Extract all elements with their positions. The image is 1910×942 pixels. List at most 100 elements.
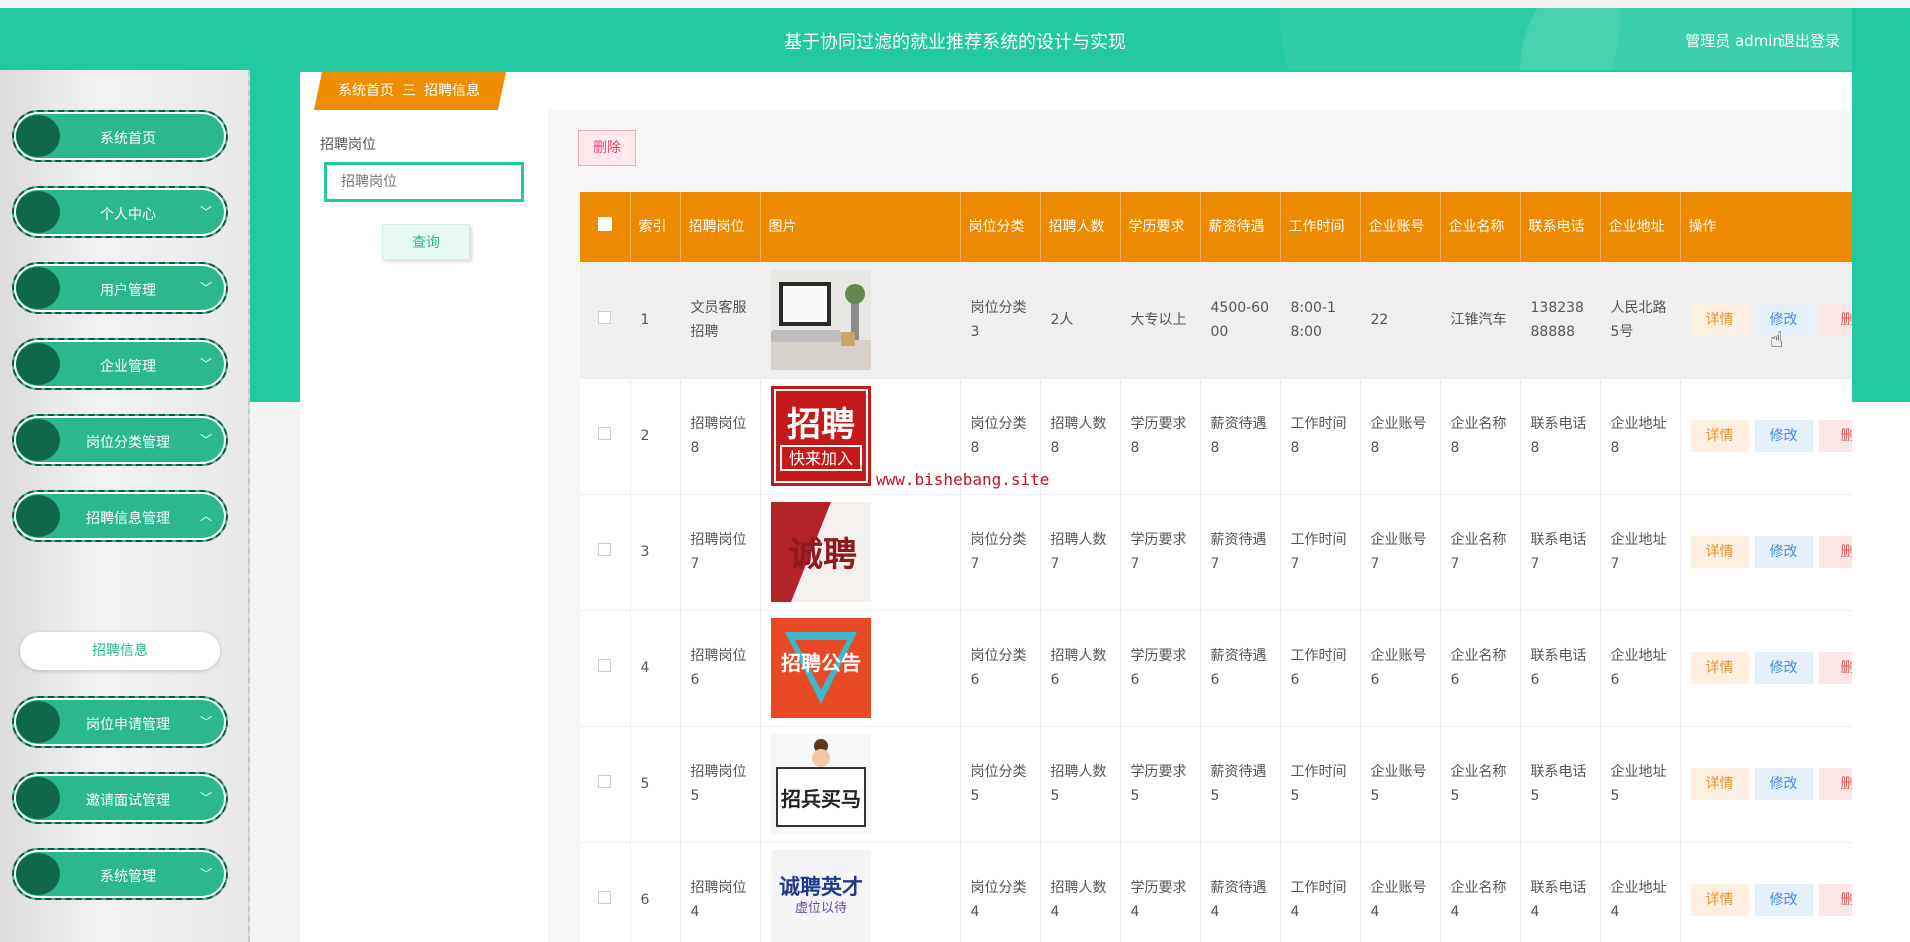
column-header: 企业名称: [1440, 192, 1521, 262]
cell-account: 企业账号8: [1360, 378, 1441, 495]
detail-button[interactable]: 详情: [1690, 420, 1749, 452]
sidebar-item-home[interactable]: 系统首页: [12, 110, 228, 162]
table-row[interactable]: 2 招聘岗位8 招聘 快来加入 岗位分类8 招聘人数8 学历要求8 薪资待遇8 …: [580, 378, 1852, 495]
sidebar-item-system[interactable]: 系统管理 ﹀: [12, 848, 228, 900]
cell-address: 企业地址8: [1600, 378, 1681, 495]
breadcrumb-bar: 系统首页三招聘信息: [300, 72, 1852, 110]
row-checkbox[interactable]: [598, 891, 612, 904]
column-header: 招聘岗位: [680, 192, 761, 262]
edit-button[interactable]: 修改: [1754, 884, 1813, 916]
cell-company: 企业名称6: [1440, 610, 1521, 727]
row-select-cell: [580, 262, 631, 379]
chevron-down-icon: ﹀: [199, 715, 212, 729]
sidebar-item-label: 用户管理: [100, 283, 156, 299]
delete-button[interactable]: 删: [1818, 420, 1852, 452]
cell-salary: 薪资待遇4: [1200, 842, 1281, 942]
admin-label: 管理员 admin: [1685, 32, 1782, 50]
sidebar-item-profile[interactable]: 个人中心 ﹀: [12, 186, 228, 238]
cell-actions: 详情 修改删: [1680, 726, 1852, 843]
row-checkbox[interactable]: [598, 543, 612, 556]
row-checkbox[interactable]: [598, 659, 612, 672]
breadcrumb-separator: 三: [402, 83, 416, 99]
search-input[interactable]: [324, 162, 524, 202]
select-all-checkbox[interactable]: [597, 217, 612, 231]
cell-image: 招兵买马: [760, 726, 961, 843]
column-header: 索引: [630, 192, 681, 262]
cell-position: 招聘岗位5: [680, 726, 761, 843]
detail-button[interactable]: 详情: [1690, 768, 1749, 800]
cell-company: 企业名称4: [1440, 842, 1521, 942]
row-checkbox[interactable]: [598, 310, 612, 324]
detail-button[interactable]: 详情: [1690, 884, 1749, 916]
query-button[interactable]: 查询: [382, 224, 470, 260]
cell-position: 招聘岗位4: [680, 842, 761, 942]
batch-delete-button[interactable]: 删除: [578, 130, 636, 166]
delete-button[interactable]: 删: [1818, 536, 1852, 568]
cell-count: 招聘人数4: [1040, 842, 1121, 942]
cell-hours: 工作时间7: [1280, 494, 1361, 611]
cell-company: 企业名称5: [1440, 726, 1521, 843]
column-header: 联系电话: [1520, 192, 1601, 262]
logout-link[interactable]: 退出登录: [1780, 30, 1840, 51]
cell-account: 企业账号6: [1360, 610, 1441, 727]
detail-button[interactable]: 详情: [1690, 303, 1749, 336]
cell-position: 招聘岗位7: [680, 494, 761, 611]
sidebar-item-job-categories[interactable]: 岗位分类管理 ﹀: [12, 414, 228, 466]
row-checkbox[interactable]: [598, 775, 612, 788]
table-row[interactable]: 5 招聘岗位5 招兵买马 岗位分类5 招聘人数5 学历要求5 薪资待遇5 工作时…: [580, 726, 1852, 843]
sidebar-item-label: 系统管理: [100, 869, 156, 885]
right-edge: [1852, 0, 1910, 942]
breadcrumb-current: 招聘信息: [424, 83, 480, 99]
cell-education: 学历要求4: [1120, 842, 1201, 942]
column-header: 招聘人数: [1040, 192, 1121, 262]
right-edge-bottom: [1852, 402, 1910, 942]
app-title: 基于协同过滤的就业推荐系统的设计与实现: [784, 32, 1126, 53]
edit-button[interactable]: 修改: [1754, 652, 1813, 684]
sidebar-item-recruitment[interactable]: 招聘信息管理 ︿: [12, 490, 228, 542]
cell-hours: 8:00-18:00: [1280, 262, 1361, 379]
submenu-recruitment-info[interactable]: 招聘信息: [20, 632, 220, 670]
breadcrumb-home[interactable]: 系统首页: [338, 72, 394, 110]
column-header: 企业账号: [1360, 192, 1441, 262]
cell-phone: 13823888888: [1520, 262, 1601, 379]
table-row[interactable]: 6 招聘岗位4 诚聘英才 虚位以待 岗位分类4 招聘人数4 学历要求4 薪资待遇…: [580, 842, 1852, 942]
delete-button[interactable]: 删: [1818, 884, 1852, 916]
cell-phone: 联系电话5: [1520, 726, 1601, 843]
edit-button[interactable]: 修改: [1754, 303, 1813, 336]
cell-phone: 联系电话7: [1520, 494, 1601, 611]
sidebar-item-applications[interactable]: 岗位申请管理 ﹀: [12, 696, 228, 748]
cell-account: 企业账号4: [1360, 842, 1441, 942]
cell-account: 22: [1360, 262, 1441, 379]
cell-image: 诚聘英才 虚位以待: [760, 842, 961, 942]
delete-button[interactable]: 删: [1818, 303, 1852, 336]
row-checkbox[interactable]: [598, 427, 612, 440]
cell-image: [760, 262, 961, 379]
table-row[interactable]: 3 招聘岗位7 诚聘 岗位分类7 招聘人数7 学历要求7 薪资待遇7 工作时间7: [580, 494, 1852, 611]
cell-company: 企业名称8: [1440, 378, 1521, 495]
sidebar-item-interviews[interactable]: 邀请面试管理 ﹀: [12, 772, 228, 824]
cell-phone: 联系电话8: [1520, 378, 1601, 495]
cell-salary: 4500-6000: [1200, 262, 1281, 379]
cell-image: 招聘公告: [760, 610, 961, 727]
table-row[interactable]: 1 文员客服招聘 岗位分类3 2人 大专以上 4500-6000 8:00-18…: [580, 262, 1852, 379]
edit-button[interactable]: 修改: [1754, 536, 1813, 568]
delete-button[interactable]: 删: [1818, 652, 1852, 684]
sidebar-item-label: 招聘信息管理: [86, 511, 170, 527]
cell-hours: 工作时间4: [1280, 842, 1361, 942]
cell-salary: 薪资待遇8: [1200, 378, 1281, 495]
delete-button[interactable]: 删: [1818, 768, 1852, 800]
table-header-row: 索引 招聘岗位 图片 岗位分类 招聘人数 学历要求 薪资待遇 工作时间 企业账号…: [580, 192, 1852, 262]
detail-button[interactable]: 详情: [1690, 652, 1749, 684]
sidebar-item-companies[interactable]: 企业管理 ﹀: [12, 338, 228, 390]
edit-button[interactable]: 修改: [1754, 768, 1813, 800]
detail-button[interactable]: 详情: [1690, 536, 1749, 568]
cell-salary: 薪资待遇6: [1200, 610, 1281, 727]
sidebar-item-users[interactable]: 用户管理 ﹀: [12, 262, 228, 314]
cell-category: 岗位分类4: [960, 842, 1041, 942]
cell-index: 1: [630, 262, 681, 379]
table-row[interactable]: 4 招聘岗位6 招聘公告 岗位分类6 招聘人数6 学历要求6 薪资待遇6 工作时…: [580, 610, 1852, 727]
row-select-cell: [580, 378, 631, 495]
cell-hours: 工作时间6: [1280, 610, 1361, 727]
cell-account: 企业账号7: [1360, 494, 1441, 611]
edit-button[interactable]: 修改: [1754, 420, 1813, 452]
